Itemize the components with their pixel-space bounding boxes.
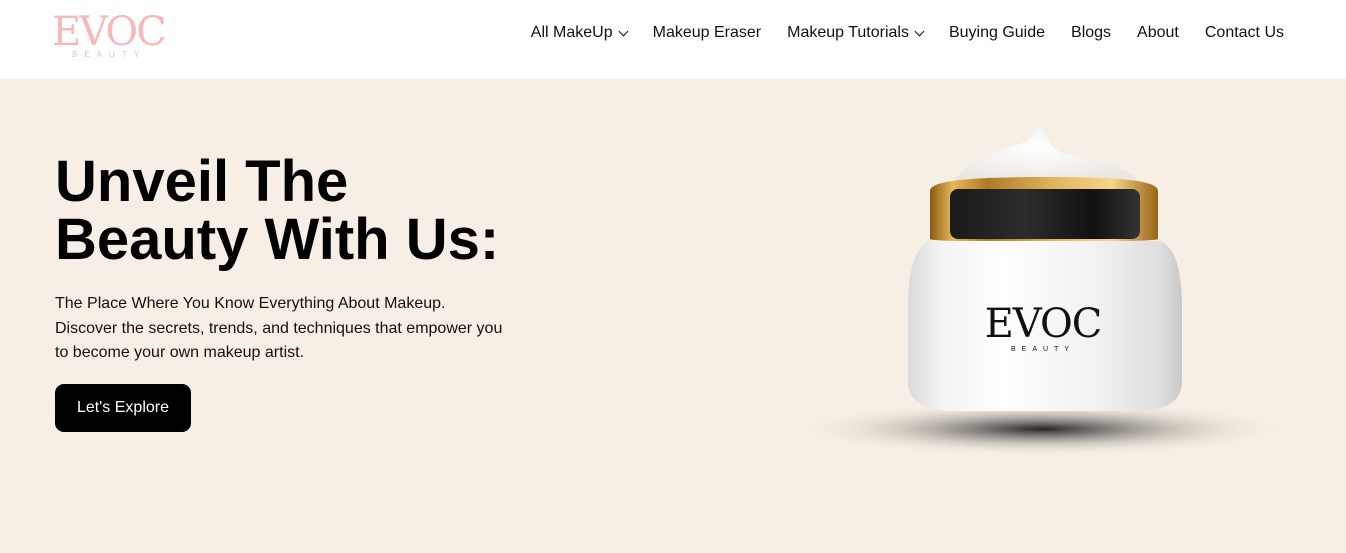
chevron-down-icon <box>618 26 629 36</box>
nav-makeup-tutorials[interactable]: Makeup Tutorials <box>787 24 925 42</box>
nav-blogs[interactable]: Blogs <box>1071 24 1111 42</box>
logo-subtitle: BEAUTY <box>72 50 147 59</box>
hero-title-line-2: Beauty With Us: <box>55 207 500 272</box>
jar-lid-black <box>950 189 1140 239</box>
nav-label: All MakeUp <box>530 24 613 41</box>
nav-label: About <box>1137 24 1179 41</box>
hero-title: Unveil The Beauty With Us: <box>55 153 615 269</box>
hero-section: Unveil The Beauty With Us: The Place Whe… <box>0 79 1346 553</box>
hero-description-line-3: to become your own makeup artist. <box>55 344 305 361</box>
site-header: EVOC BEAUTY All MakeUp Makeup Eraser Mak… <box>0 0 1346 79</box>
jar-brand: EVOC <box>985 301 1102 347</box>
hero-description: The Place Where You Know Everything Abou… <box>55 292 525 366</box>
main-nav: All MakeUp Makeup Eraser Makeup Tutorial… <box>531 22 1284 44</box>
nav-label: Blogs <box>1071 24 1112 41</box>
nav-label: Contact Us <box>1204 24 1284 41</box>
nav-about[interactable]: About <box>1137 24 1179 42</box>
hero-title-line-1: Unveil The <box>55 149 349 214</box>
chevron-down-icon <box>914 26 925 36</box>
product-jar-image: EVOC BEAUTY <box>792 121 1292 457</box>
nav-label: Buying Guide <box>948 24 1046 41</box>
lets-explore-button[interactable]: Let's Explore <box>55 384 191 432</box>
hero-description-line-2: Discover the secrets, trends, and techni… <box>55 319 503 337</box>
nav-makeup-eraser[interactable]: Makeup Eraser <box>653 24 762 42</box>
nav-contact-us[interactable]: Contact Us <box>1205 24 1284 42</box>
nav-buying-guide[interactable]: Buying Guide <box>949 24 1045 42</box>
nav-label: Makeup Eraser <box>652 24 762 41</box>
logo-wordmark: EVOC <box>52 9 167 55</box>
nav-label: Makeup Tutorials <box>787 24 909 41</box>
site-logo[interactable]: EVOC BEAUTY <box>52 10 177 62</box>
jar-brand-sub: BEAUTY <box>1011 346 1075 353</box>
nav-all-makeup[interactable]: All MakeUp <box>530 24 629 42</box>
hero-description-line-1: The Place Where You Know Everything Abou… <box>55 295 446 312</box>
